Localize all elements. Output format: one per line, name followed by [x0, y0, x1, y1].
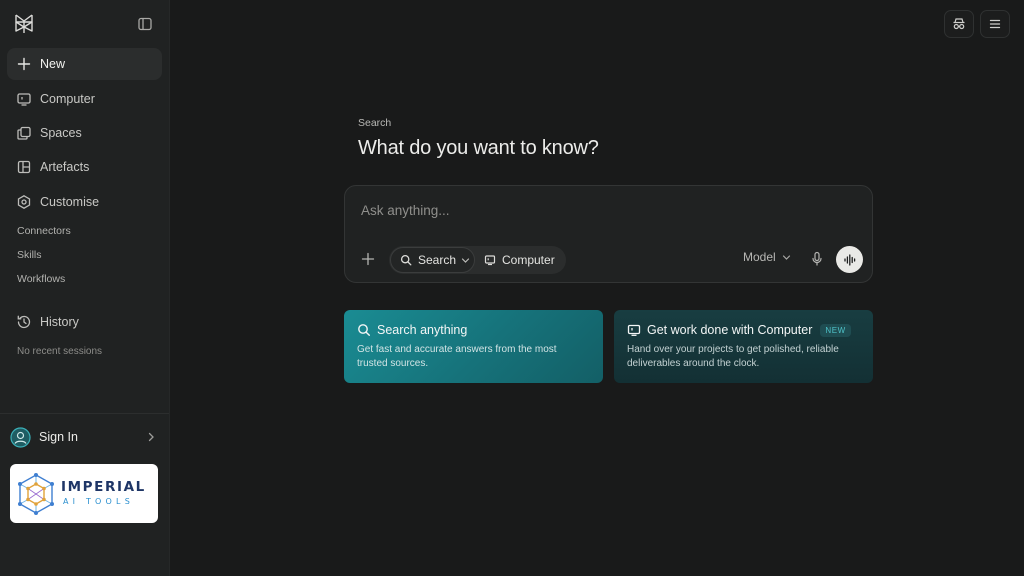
incognito-icon	[952, 17, 966, 31]
sidebar-item-computer[interactable]: Computer	[7, 83, 162, 115]
brand-wordmark: IMPERIAL AI TOOLS	[61, 478, 146, 507]
mode-computer-button[interactable]: Computer	[484, 247, 555, 273]
chevron-down-icon	[461, 256, 470, 265]
monitor-icon	[484, 254, 496, 266]
voice-mode-button[interactable]	[836, 246, 863, 273]
mode-computer-label: Computer	[502, 253, 555, 267]
search-icon	[357, 323, 371, 337]
stack-icon	[16, 125, 32, 141]
monitor-icon	[16, 91, 32, 107]
sidebar-item-label: Customise	[40, 195, 100, 209]
search-icon	[400, 254, 412, 266]
card-title: Get work done with Computer	[647, 323, 813, 337]
card-description: Hand over your projects to get polished,…	[627, 344, 839, 369]
sidebar-item-label: Spaces	[40, 126, 82, 140]
menu-icon	[988, 17, 1002, 31]
sidebar-item-history[interactable]: History	[7, 306, 162, 338]
card-title-row: Search anything	[357, 323, 590, 337]
computer-card[interactable]: Get work done with Computer NEW Hand ove…	[614, 310, 873, 383]
plus-icon	[359, 250, 377, 268]
layout-icon	[16, 159, 32, 175]
plus-icon	[16, 56, 32, 72]
hexagon-icon	[16, 194, 32, 210]
mode-search-label: Search	[418, 253, 457, 267]
card-title: Search anything	[377, 323, 468, 337]
brand-tagline: AI TOOLS	[63, 497, 134, 507]
card-title-row: Get work done with Computer NEW	[627, 323, 860, 337]
history-empty-note: No recent sessions	[17, 346, 103, 357]
history-icon	[16, 314, 32, 330]
sidebar-item-connectors[interactable]: Connectors	[17, 225, 71, 237]
card-description: Get fast and accurate answers from the m…	[357, 344, 557, 369]
menu-button[interactable]	[980, 10, 1010, 38]
imperial-ai-tools-logo: IMPERIAL AI TOOLS	[10, 464, 158, 523]
sidebar-item-spaces[interactable]: Spaces	[7, 117, 162, 149]
sidebar-item-label: Artefacts	[40, 160, 90, 174]
sidebar-item-artefacts[interactable]: Artefacts	[7, 151, 162, 183]
sidebar-toggle-icon[interactable]	[136, 15, 154, 33]
brand-name: IMPERIAL	[61, 478, 146, 495]
ask-input[interactable]	[361, 200, 841, 220]
sidebar-item-label: New	[40, 57, 66, 71]
new-badge: NEW	[820, 323, 851, 337]
incognito-button[interactable]	[944, 10, 974, 38]
sign-in-label: Sign In	[39, 430, 78, 444]
search-anything-card[interactable]: Search anything Get fast and accurate an…	[344, 310, 603, 383]
sign-in-button[interactable]: Sign In	[10, 424, 160, 450]
sidebar-divider	[0, 413, 169, 414]
sidebar: New Computer Spaces Artefacts Customise …	[0, 0, 170, 576]
model-selector[interactable]: Model	[743, 250, 791, 264]
sidebar-item-new[interactable]: New	[7, 48, 162, 80]
sidebar-item-workflows[interactable]: Workflows	[17, 273, 65, 285]
sidebar-item-label: Computer	[40, 92, 95, 106]
page-eyebrow: Search	[358, 117, 392, 129]
sidebar-item-label: History	[40, 315, 79, 329]
sidebar-item-skills[interactable]: Skills	[17, 249, 42, 261]
microphone-icon	[810, 251, 824, 267]
chevron-down-icon	[782, 253, 791, 262]
mode-search-button[interactable]: Search	[390, 247, 475, 273]
perplexity-logo-icon[interactable]	[13, 13, 35, 35]
page-title: What do you want to know?	[358, 137, 599, 159]
hexagon-network-icon	[16, 472, 56, 516]
chevron-right-icon	[146, 432, 156, 442]
sidebar-item-customise[interactable]: Customise	[7, 186, 162, 218]
microphone-button[interactable]	[810, 251, 824, 267]
query-composer: Search Computer Model	[344, 185, 873, 283]
attach-button[interactable]	[359, 250, 377, 268]
model-label: Model	[743, 250, 776, 264]
waveform-icon	[843, 253, 857, 267]
user-circle-icon	[10, 426, 31, 448]
mode-selector: Search Computer	[389, 246, 566, 274]
monitor-icon	[627, 323, 641, 337]
